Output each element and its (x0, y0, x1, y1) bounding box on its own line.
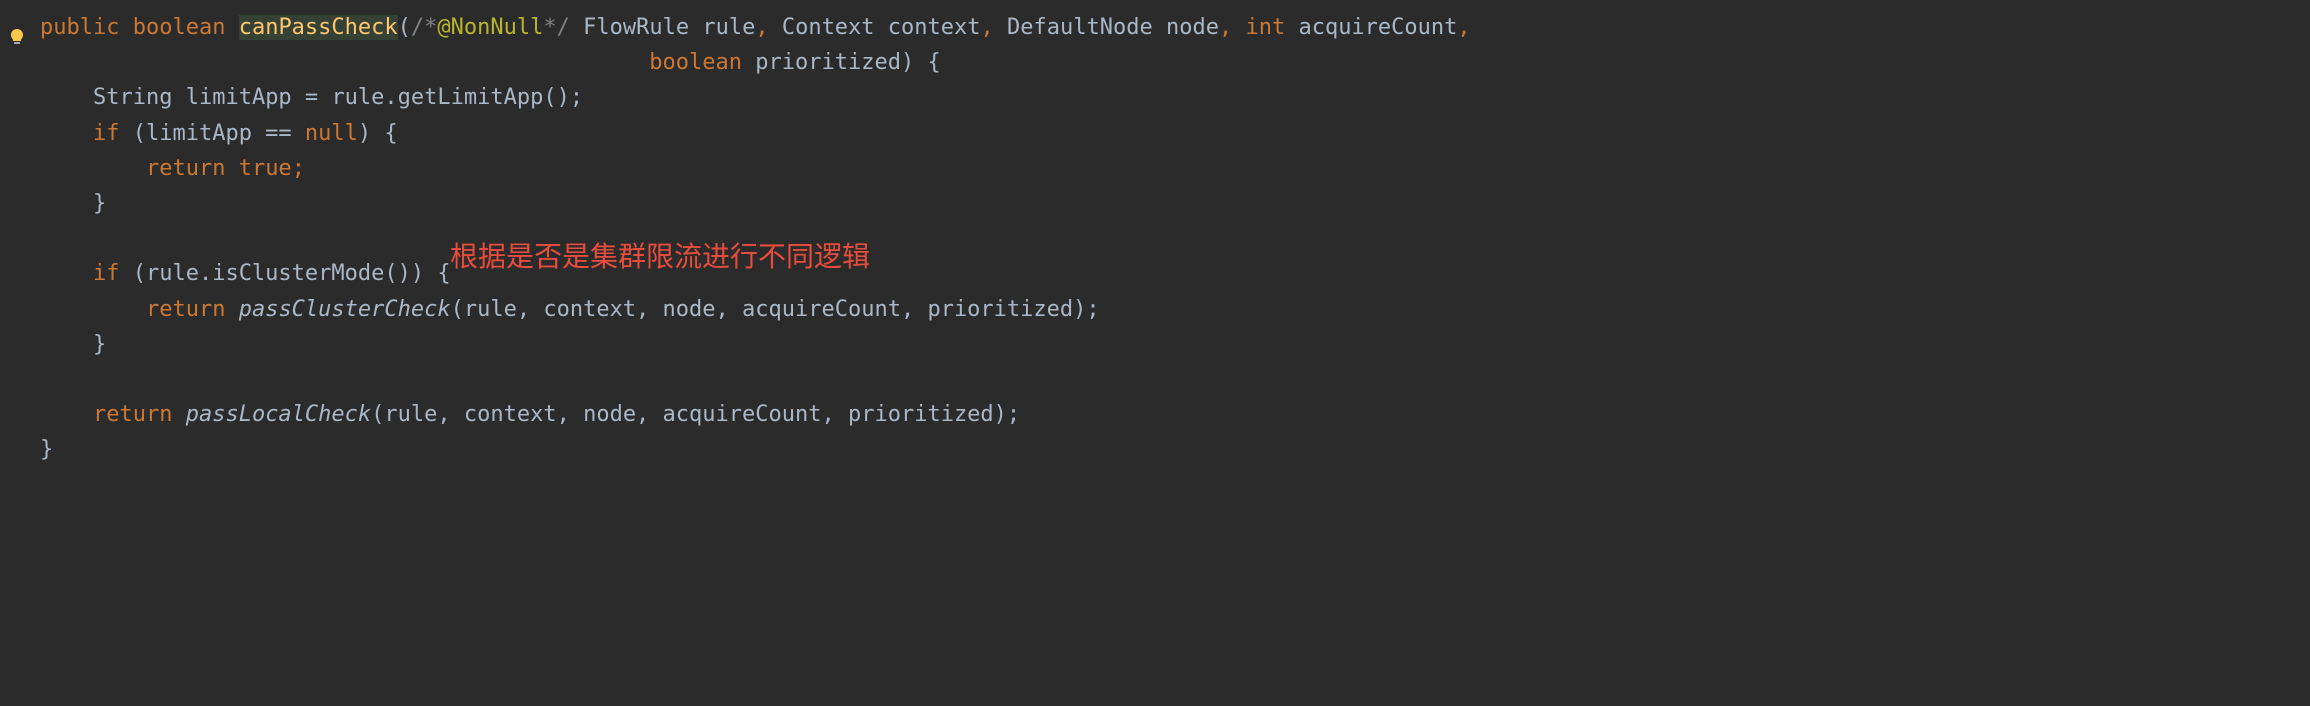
code-line[interactable]: } (40, 327, 2310, 362)
semi: ; (292, 156, 305, 181)
method-name: canPassCheck (239, 15, 398, 40)
var-name: limitApp (186, 85, 292, 110)
type: String (93, 85, 172, 110)
keyword-public: public (40, 15, 119, 40)
keyword-return: return (146, 156, 225, 181)
args: (rule, context, node, acquireCount, prio… (451, 297, 1100, 322)
method-call: rule.getLimitApp(); (331, 85, 583, 110)
keyword-if: if (93, 261, 120, 286)
brace-close: } (93, 332, 106, 357)
code-line[interactable]: return passLocalCheck(rule, context, nod… (40, 397, 2310, 432)
assign: = (292, 85, 332, 110)
code-line[interactable]: if (rule.isClusterMode()) { (40, 256, 2310, 291)
static-method-call: passLocalCheck (186, 402, 371, 427)
annotation-overlay: 根据是否是集群限流进行不同逻辑 (450, 235, 870, 280)
keyword-null: null (305, 121, 358, 146)
intention-bulb-icon[interactable] (8, 22, 26, 40)
code-editor[interactable]: public boolean canPassCheck(/*@NonNull*/… (0, 10, 2310, 467)
comment-open: /* (411, 15, 438, 40)
param-name: rule (702, 15, 755, 40)
comma: , (1457, 15, 1470, 40)
comma: , (1219, 15, 1232, 40)
keyword-return: return (146, 297, 225, 322)
code-line[interactable]: public boolean canPassCheck(/*@NonNull*/… (40, 10, 2310, 45)
paren-close: ) (901, 50, 914, 75)
keyword-true: true (225, 156, 291, 181)
param-type: FlowRule (583, 15, 689, 40)
space (172, 402, 185, 427)
code-line[interactable]: } (40, 186, 2310, 221)
args: (rule, context, node, acquireCount, prio… (371, 402, 1020, 427)
code-line[interactable]: if (limitApp == null) { (40, 116, 2310, 151)
param-type: DefaultNode (1007, 15, 1153, 40)
comma: , (755, 15, 768, 40)
code-line-empty[interactable] (40, 362, 2310, 397)
brace-close: } (40, 437, 53, 462)
cond-close: ) { (358, 121, 398, 146)
code-line[interactable]: return passClusterCheck(rule, context, n… (40, 292, 2310, 327)
annotation: @NonNull (437, 15, 543, 40)
param-name: node (1166, 15, 1219, 40)
code-line[interactable]: String limitApp = rule.getLimitApp(); (40, 80, 2310, 115)
comment-close: */ (543, 15, 570, 40)
cond-open: (limitApp == (119, 121, 304, 146)
code-line[interactable]: return true; (40, 151, 2310, 186)
param-type: Context (782, 15, 875, 40)
code-line[interactable]: boolean prioritized) { (40, 45, 2310, 80)
cond: (rule.isClusterMode()) { (119, 261, 450, 286)
comma: , (981, 15, 994, 40)
code-line[interactable]: } (40, 432, 2310, 467)
keyword-boolean: boolean (133, 15, 226, 40)
param-type: int (1245, 15, 1285, 40)
space (225, 297, 238, 322)
keyword-return: return (93, 402, 172, 427)
param-name: prioritized (755, 50, 901, 75)
param-name: acquireCount (1298, 15, 1457, 40)
static-method-call: passClusterCheck (239, 297, 451, 322)
keyword-boolean: boolean (649, 50, 742, 75)
paren: ( (398, 15, 411, 40)
code-line-empty[interactable] (40, 221, 2310, 256)
brace-open: { (914, 50, 941, 75)
brace-close: } (93, 191, 106, 216)
param-name: context (888, 15, 981, 40)
keyword-if: if (93, 121, 120, 146)
